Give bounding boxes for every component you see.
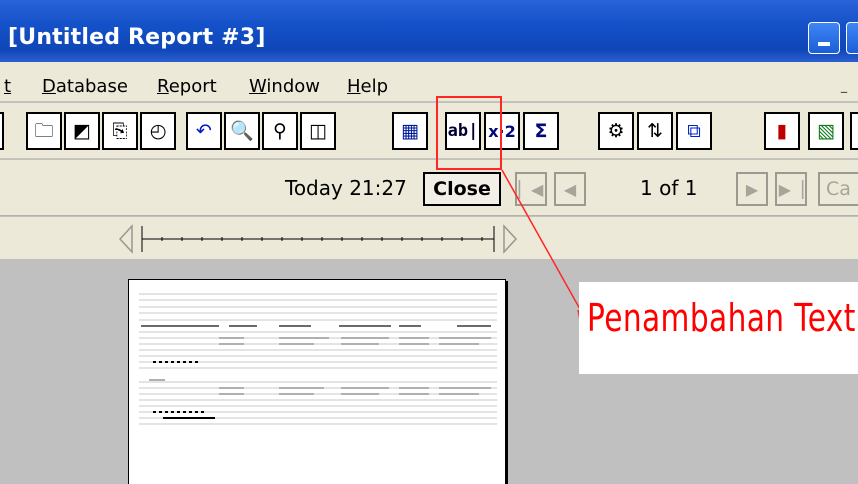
insert-field-icon: ▦ [401, 119, 419, 142]
undo-icon: ↶ [196, 119, 212, 142]
navigation-bar: Today 21:27 Close ▏◀ ◀ 1 of 1 ▶ ▶▕ Ca [0, 160, 858, 216]
page-indicator: 1 of 1 [640, 176, 698, 200]
find-button[interactable]: ⚲ [262, 112, 298, 150]
previous-page-icon: ◀ [563, 179, 577, 199]
subreport-button[interactable]: ⧉ [676, 112, 712, 150]
report-format-icon: ⎘ [112, 119, 128, 142]
insert-picture-button[interactable]: ▧ [808, 112, 844, 150]
toolbar: 🗀 ◩ ⎘ ◴ ↶ 🔍 ⚲ ◫ ▦ ab| x·2 Σ ⚙ ⇅ ⧉ ▮ ▧ [0, 103, 858, 159]
insert-chart-icon: ▮ [776, 119, 788, 142]
clock-button[interactable]: ◴ [140, 112, 176, 150]
select-expert-button[interactable]: ◫ [300, 112, 336, 150]
next-page-icon: ▶ [745, 179, 759, 199]
zoom-button[interactable]: 🔍 [224, 112, 260, 150]
group-icon: ⚙ [607, 119, 625, 142]
report-format-button[interactable]: ⎘ [102, 112, 138, 150]
cancel-button[interactable]: Ca [818, 172, 858, 206]
subreport-icon: ⧉ [687, 119, 701, 142]
first-page-button[interactable]: ▏◀ [515, 172, 547, 206]
report-page-content [139, 293, 497, 425]
toolbar-partial-button[interactable] [0, 112, 4, 150]
minimize-button[interactable] [808, 22, 840, 54]
next-page-button[interactable]: ▶ [736, 172, 768, 206]
menu-edit-partial[interactable]: t [4, 76, 11, 97]
undo-button[interactable]: ↶ [186, 112, 222, 150]
chart-wizard-icon: ◩ [73, 119, 91, 142]
annotation-callout: Penambahan Text [579, 282, 858, 374]
annotation-highlight-box [436, 96, 502, 170]
sum-button[interactable]: Σ [523, 112, 559, 150]
last-page-icon: ▶▕ [778, 179, 804, 199]
chart-wizard-button[interactable]: ◩ [64, 112, 100, 150]
group-button[interactable]: ⚙ [598, 112, 634, 150]
sort-icon: ⇅ [647, 119, 663, 142]
report-page-thumbnail[interactable] [128, 279, 506, 484]
zoom-icon: 🔍 [230, 119, 254, 142]
toolbar-overflow-button[interactable] [850, 112, 858, 150]
sort-button[interactable]: ⇅ [637, 112, 673, 150]
menu-help[interactable]: Help [347, 76, 388, 97]
last-page-button[interactable]: ▶▕ [775, 172, 807, 206]
menu-window[interactable]: Window [249, 76, 320, 97]
close-button[interactable]: Close [423, 172, 501, 206]
timestamp: Today 21:27 [285, 176, 407, 200]
clock-icon: ◴ [149, 119, 167, 142]
insert-chart-button[interactable]: ▮ [764, 112, 800, 150]
document-minimize-icon[interactable]: – [840, 82, 848, 101]
open-icon: 🗀 [34, 119, 54, 142]
title-bar: [Untitled Report #3] [0, 0, 858, 62]
insert-field-button[interactable]: ▦ [392, 112, 428, 150]
ruler-bar [0, 217, 858, 259]
open-button[interactable]: 🗀 [26, 112, 62, 150]
menu-database[interactable]: Database [42, 76, 128, 97]
maximize-button[interactable] [846, 22, 858, 54]
menu-report[interactable]: Report [157, 76, 217, 97]
first-page-icon: ▏◀ [518, 179, 544, 199]
menu-bar: t Database Report Window Help – [0, 62, 858, 102]
ruler [118, 224, 518, 254]
select-expert-icon: ◫ [309, 119, 327, 142]
window-title: [Untitled Report #3] [8, 25, 266, 50]
annotation-text: Penambahan Text [587, 296, 856, 340]
sum-icon: Σ [534, 119, 548, 142]
previous-page-button[interactable]: ◀ [554, 172, 586, 206]
find-icon: ⚲ [273, 119, 287, 142]
insert-picture-icon: ▧ [817, 119, 835, 142]
